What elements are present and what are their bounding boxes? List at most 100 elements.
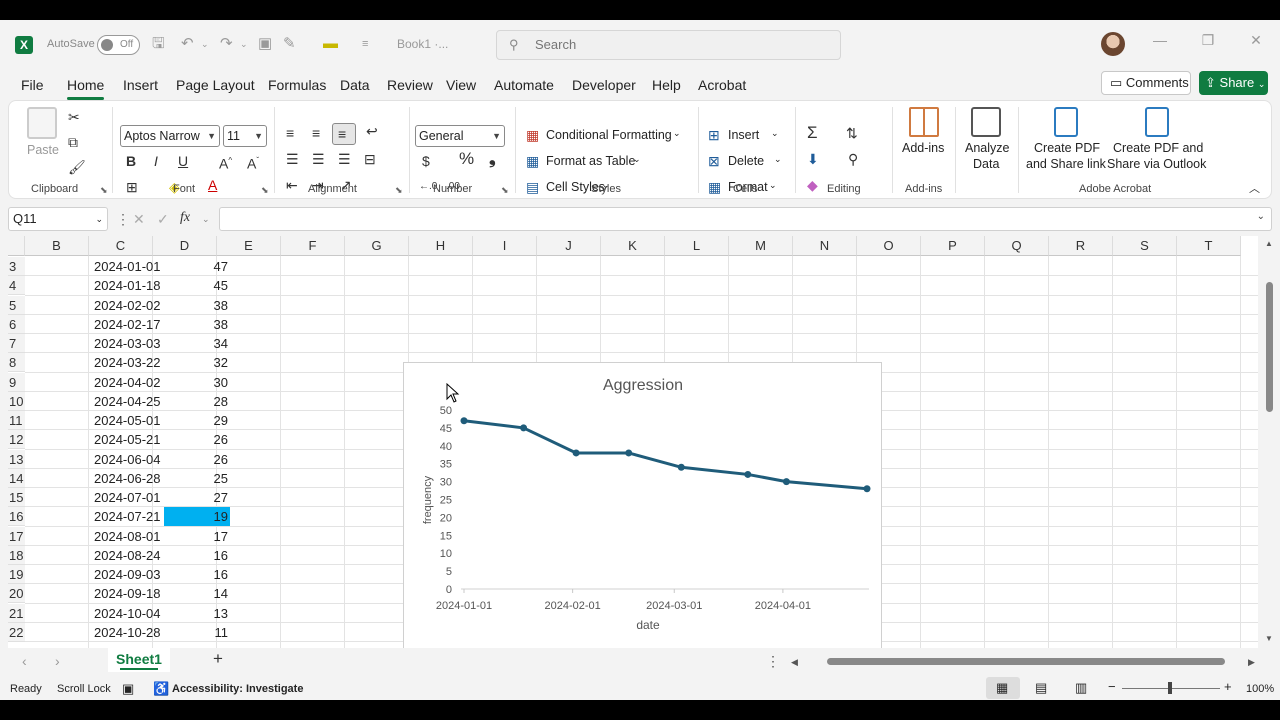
- user-avatar[interactable]: [1101, 32, 1125, 56]
- cell-date[interactable]: 2024-09-03: [94, 565, 161, 584]
- workbook-name[interactable]: Book1 ·...: [397, 37, 448, 51]
- find-select-icon[interactable]: ⚲: [848, 151, 858, 167]
- zoom-level[interactable]: 100%: [1246, 683, 1274, 695]
- zoom-out-icon[interactable]: −: [1108, 679, 1116, 694]
- cell-date[interactable]: 2024-02-02: [94, 296, 161, 315]
- close-icon[interactable]: ✕: [1241, 32, 1271, 49]
- paste-icon[interactable]: [27, 107, 57, 139]
- copy-icon[interactable]: ⧉: [68, 134, 78, 150]
- create-pdf-outlook-icon[interactable]: [1145, 107, 1169, 137]
- cell-date[interactable]: 2024-06-28: [94, 469, 161, 488]
- insert-cells-icon[interactable]: ⊞: [708, 127, 720, 143]
- undo-icon[interactable]: ↶: [181, 35, 194, 53]
- row-header[interactable]: 18: [8, 545, 25, 565]
- cell-value[interactable]: 30: [164, 373, 230, 392]
- collapse-ribbon-icon[interactable]: ︿: [1249, 181, 1260, 197]
- row-header[interactable]: 14: [8, 468, 25, 488]
- row-header[interactable]: 21: [8, 603, 25, 623]
- comma-style-icon[interactable]: ❟: [489, 150, 496, 167]
- column-header-e[interactable]: E: [217, 236, 281, 256]
- cell-date[interactable]: 2024-03-22: [94, 353, 161, 372]
- row-header[interactable]: 9: [8, 372, 25, 392]
- cell-value[interactable]: 25: [164, 469, 230, 488]
- cell-value[interactable]: 28: [164, 392, 230, 411]
- cell-date[interactable]: 2024-08-24: [94, 546, 161, 565]
- column-header-i[interactable]: I: [473, 236, 537, 256]
- column-header-r[interactable]: R: [1049, 236, 1113, 256]
- cell-value[interactable]: 34: [164, 334, 230, 353]
- cell-date[interactable]: 2024-01-18: [94, 276, 161, 295]
- column-header-n[interactable]: N: [793, 236, 857, 256]
- cell-value[interactable]: 26: [164, 430, 230, 449]
- format-as-table-icon[interactable]: ▦: [526, 153, 539, 169]
- draw-icon[interactable]: ✎: [283, 35, 296, 53]
- column-header-p[interactable]: P: [921, 236, 985, 256]
- row-header[interactable]: 22: [8, 622, 25, 642]
- clipboard-launcher-icon[interactable]: ⬊: [100, 185, 108, 196]
- insert-function-icon[interactable]: fx: [180, 210, 190, 226]
- status-accessibility[interactable]: Accessibility: Investigate: [172, 683, 303, 695]
- font-color-icon[interactable]: A: [208, 177, 217, 193]
- cell-date[interactable]: 2024-08-01: [94, 527, 161, 546]
- tab-help[interactable]: Help: [652, 77, 681, 93]
- row-header[interactable]: 7: [8, 334, 25, 354]
- chevron-down-icon[interactable]: ⌄: [633, 154, 641, 165]
- row-header[interactable]: 15: [8, 488, 25, 508]
- cell-value[interactable]: 16: [164, 546, 230, 565]
- cell-date[interactable]: 2024-04-25: [94, 392, 161, 411]
- chevron-down-icon[interactable]: ⌄: [673, 128, 681, 139]
- column-header-l[interactable]: L: [665, 236, 729, 256]
- number-launcher-icon[interactable]: ⬊: [501, 185, 509, 196]
- formula-input[interactable]: ⌄: [219, 207, 1272, 231]
- tab-formulas[interactable]: Formulas: [268, 77, 326, 93]
- minimize-icon[interactable]: —: [1145, 32, 1175, 48]
- chevron-down-icon[interactable]: ⌄: [769, 180, 777, 191]
- currency-icon[interactable]: $: [422, 153, 430, 169]
- conditional-formatting-button[interactable]: Conditional Formatting: [546, 128, 672, 142]
- normal-view-button[interactable]: ▦: [986, 677, 1020, 699]
- create-pdf-share-line2[interactable]: and Share link: [1026, 157, 1106, 171]
- cancel-icon[interactable]: ✕: [133, 211, 145, 227]
- tab-page-layout[interactable]: Page Layout: [176, 77, 255, 93]
- row-header[interactable]: 19: [8, 565, 25, 585]
- save-icon[interactable]: 🖫: [152, 35, 165, 53]
- cell-value[interactable]: 32: [164, 353, 230, 372]
- row-header[interactable]: 16: [8, 507, 25, 527]
- cell-value[interactable]: 16: [164, 565, 230, 584]
- row-header[interactable]: 12: [8, 430, 25, 450]
- percent-icon[interactable]: %: [459, 150, 474, 167]
- camera-icon[interactable]: ▣: [258, 35, 272, 53]
- cell-value[interactable]: 27: [164, 488, 230, 507]
- cell-date[interactable]: 2024-09-18: [94, 584, 161, 603]
- merge-center-icon[interactable]: ⊟: [364, 151, 376, 167]
- restore-icon[interactable]: ❐: [1193, 32, 1223, 49]
- column-header-m[interactable]: M: [729, 236, 793, 256]
- cell-value[interactable]: 13: [164, 604, 230, 623]
- horizontal-scroll-thumb[interactable]: [827, 658, 1225, 665]
- bold-icon[interactable]: B: [126, 153, 136, 169]
- cell-date[interactable]: 2024-07-01: [94, 488, 161, 507]
- number-format-combo[interactable]: General ▼: [415, 125, 505, 147]
- row-header[interactable]: 11: [8, 411, 25, 431]
- data-point[interactable]: [744, 470, 752, 478]
- clear-icon[interactable]: ◆: [807, 177, 818, 193]
- cell-date[interactable]: 2024-10-28: [94, 623, 161, 642]
- macro-recording-icon[interactable]: ▣: [122, 681, 134, 697]
- line-chart[interactable]: Aggression date frequency 0 5 10 15 20 25 30 35…: [403, 362, 882, 648]
- cell-date[interactable]: 2024-04-02: [94, 373, 161, 392]
- cell-value[interactable]: 17: [164, 527, 230, 546]
- customize-qat-icon[interactable]: ≡: [362, 35, 368, 53]
- search-input[interactable]: [535, 37, 815, 52]
- paste-label[interactable]: Paste: [27, 143, 59, 157]
- align-bottom-button[interactable]: ≡: [332, 123, 356, 145]
- cell-value[interactable]: 47: [164, 257, 230, 276]
- cell-date[interactable]: 2024-02-17: [94, 315, 161, 334]
- column-header-s[interactable]: S: [1113, 236, 1177, 256]
- delete-cells-icon[interactable]: ⊠: [708, 153, 720, 169]
- column-header-f[interactable]: F: [281, 236, 345, 256]
- next-sheet-icon[interactable]: ›: [55, 653, 60, 669]
- borders-icon[interactable]: ⊞: [126, 179, 138, 195]
- data-point[interactable]: [520, 424, 528, 432]
- align-middle-icon[interactable]: ≡: [312, 125, 320, 141]
- format-painter-icon[interactable]: 🖌: [68, 159, 86, 175]
